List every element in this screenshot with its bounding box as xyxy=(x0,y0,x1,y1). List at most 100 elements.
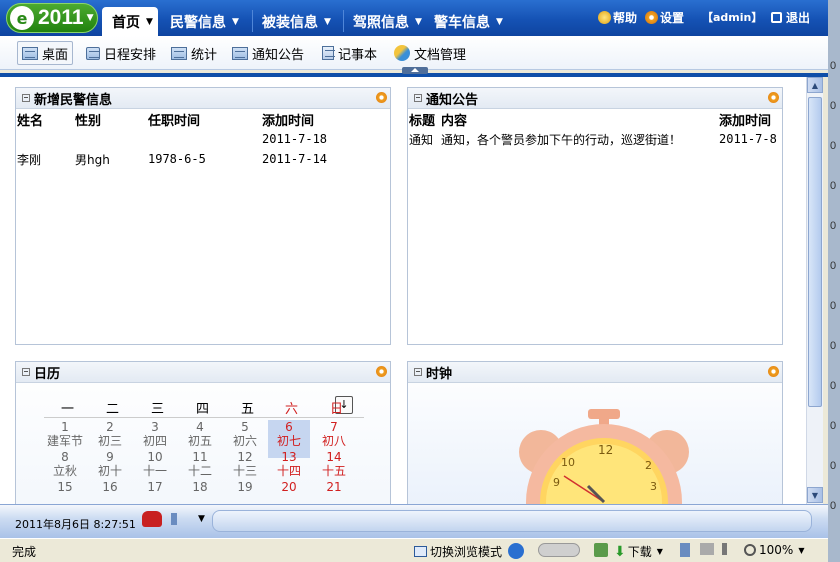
lightbulb-icon xyxy=(598,11,611,24)
subnav-statistics[interactable]: 统计 xyxy=(167,41,221,65)
table-row[interactable]: 李刚 男hgh 1978-6-5 2011-7-14 xyxy=(17,149,347,169)
browse-mode-label: 切换浏览模式 xyxy=(430,545,503,559)
table-row[interactable]: 通知 通知，各个警员参加下午的行动，巡逻街道！ 2011-7-8 xyxy=(409,129,779,149)
calendar-day-number: 20 xyxy=(281,480,297,494)
collapse-panel-icon[interactable] xyxy=(22,94,30,102)
calendar-day[interactable]: 20 xyxy=(268,480,310,504)
scroll-thumb[interactable] xyxy=(808,97,822,407)
chevron-down-icon: ▼ xyxy=(496,16,503,27)
calendar-day-number: 11 xyxy=(192,450,208,464)
weekday-header: 六 xyxy=(285,402,299,417)
table-cell: 2011-7-18 xyxy=(262,132,328,146)
browser-logo-icon[interactable] xyxy=(508,543,524,559)
nav-uniform-label: 被装信息 xyxy=(262,14,318,31)
calendar-lunar-date: 初五 xyxy=(187,434,212,448)
nav-police-car-info[interactable]: 警车信息 ▼ xyxy=(424,7,503,36)
column-header: 性别 xyxy=(75,113,102,129)
collapse-panel-icon[interactable] xyxy=(414,94,422,102)
speaker-icon[interactable] xyxy=(171,513,181,525)
panel-header: 时钟 xyxy=(408,362,782,383)
calendar-lunar-date: 十一 xyxy=(142,464,167,478)
column-header: 添加时间 xyxy=(262,113,315,129)
table-cell: 2011-7-8 xyxy=(719,132,777,146)
calendar-day-number: 10 xyxy=(147,450,163,464)
scroll-up-button[interactable]: ▲ xyxy=(807,77,823,93)
nav-uniform-info[interactable]: 被装信息 ▼ xyxy=(252,7,331,36)
notebook-icon xyxy=(322,46,335,60)
taskbar-menu-arrow-icon[interactable]: ▼ xyxy=(198,514,205,524)
weekday-header: 三 xyxy=(151,402,165,417)
panel-settings-icon[interactable] xyxy=(768,92,779,103)
column-header: 姓名 xyxy=(17,113,44,129)
calendar-lunar-date: 十二 xyxy=(187,464,212,478)
logout-icon xyxy=(771,12,782,23)
collapse-toolbar-button[interactable] xyxy=(402,67,428,74)
nav-home-label: 首页 xyxy=(112,14,140,31)
subnav-desktop[interactable]: 桌面 xyxy=(17,41,74,65)
vertical-scrollbar[interactable]: ▲ ▼ xyxy=(806,77,823,504)
svg-text:9: 9 xyxy=(553,476,560,489)
weekday-header: 一 xyxy=(61,402,75,417)
table-row[interactable]: 2011-7-18 xyxy=(17,129,347,149)
window-icon xyxy=(414,546,427,557)
logo-year: 2011 xyxy=(38,6,84,29)
settings-link[interactable]: 设置 xyxy=(645,9,684,26)
toggle-switch[interactable] xyxy=(538,543,580,557)
panel-header: 通知公告 xyxy=(408,88,782,109)
download-button[interactable]: ⬇ 下载 ▼ xyxy=(614,543,663,560)
zoom-control[interactable]: 100% ▼ xyxy=(744,543,804,557)
nav-home[interactable]: 首页 ▼ xyxy=(102,7,158,36)
calendar-day[interactable]: 21 xyxy=(313,480,355,504)
collapse-panel-icon[interactable] xyxy=(22,368,30,376)
calendar-day-number: 16 xyxy=(102,480,118,494)
table-cell xyxy=(17,129,75,149)
browse-mode-toggle[interactable]: 切换浏览模式 xyxy=(414,543,502,560)
schedule-icon xyxy=(86,46,100,60)
calendar-day-number: 6 xyxy=(285,420,293,434)
column-header: 添加时间 xyxy=(719,113,772,129)
subnav-documents[interactable]: 文档管理 xyxy=(390,41,470,65)
browser-status-bar: 完成 切换浏览模式 ⬇ 下载 ▼ 100% ▼ xyxy=(0,538,828,562)
calendar-day-number: 18 xyxy=(192,480,208,494)
calendar-day[interactable]: 15 xyxy=(44,480,86,504)
table-cell xyxy=(75,129,148,149)
calendar-day[interactable]: 18 xyxy=(179,480,221,504)
table-header-row: 标题 内容 添加时间 xyxy=(409,109,779,129)
panel-settings-icon[interactable] xyxy=(376,92,387,103)
page-icon[interactable] xyxy=(680,543,690,557)
table-header-row: 姓名 性别 任职时间 添加时间 xyxy=(17,109,347,129)
table-cell: 2011-7-14 xyxy=(262,152,328,166)
phone-icon[interactable] xyxy=(142,511,162,527)
calendar-day[interactable]: 16 xyxy=(89,480,131,504)
shield-icon[interactable] xyxy=(594,543,608,557)
calendar-day[interactable]: 17 xyxy=(134,480,176,504)
app-logo[interactable]: e 2011 ▼ xyxy=(6,3,98,33)
scroll-down-button[interactable]: ▼ xyxy=(807,487,823,503)
help-link[interactable]: 帮助 xyxy=(598,9,637,26)
download-arrow-icon: ⬇ xyxy=(614,543,626,560)
calendar-day-number: 9 xyxy=(106,450,114,464)
panel-clock: 时钟 12 10 9 2 3 xyxy=(407,361,783,504)
calendar-day[interactable]: 19 xyxy=(224,480,266,504)
subnav-notices[interactable]: 通知公告 xyxy=(228,41,308,65)
calendar-lunar-date: 初六 xyxy=(232,434,257,448)
nav-police-info[interactable]: 民警信息 ▼ xyxy=(160,7,239,36)
volume-icon[interactable] xyxy=(722,543,734,555)
svg-text:10: 10 xyxy=(561,456,575,469)
svg-text:2: 2 xyxy=(645,459,652,472)
logout-link[interactable]: 退出 xyxy=(771,9,810,26)
collapse-panel-icon[interactable] xyxy=(414,368,422,376)
monitor-icon[interactable] xyxy=(700,543,714,555)
user-name: 【admin】 xyxy=(702,11,763,24)
calendar-grid: ↓ 一二三四五六日 1 建军节 2 初三 3 初四 4 初五 5 初六 6 初七 7 初八 8 立秋 9 初十 10 十… xyxy=(16,384,390,504)
subnav-schedule[interactable]: 日程安排 xyxy=(82,41,160,65)
nav-license-info[interactable]: 驾照信息 ▼ xyxy=(343,7,422,36)
subnav-schedule-label: 日程安排 xyxy=(104,47,157,63)
table-cell: 男hgh xyxy=(75,152,110,167)
subnav-notebook-label: 记事本 xyxy=(338,47,378,63)
panel-settings-icon[interactable] xyxy=(768,366,779,377)
panel-settings-icon[interactable] xyxy=(376,366,387,377)
subnav-notebook[interactable]: 记事本 xyxy=(318,41,381,65)
weekday-header: 日 xyxy=(330,402,344,417)
calendar-day-number: 17 xyxy=(147,480,163,494)
